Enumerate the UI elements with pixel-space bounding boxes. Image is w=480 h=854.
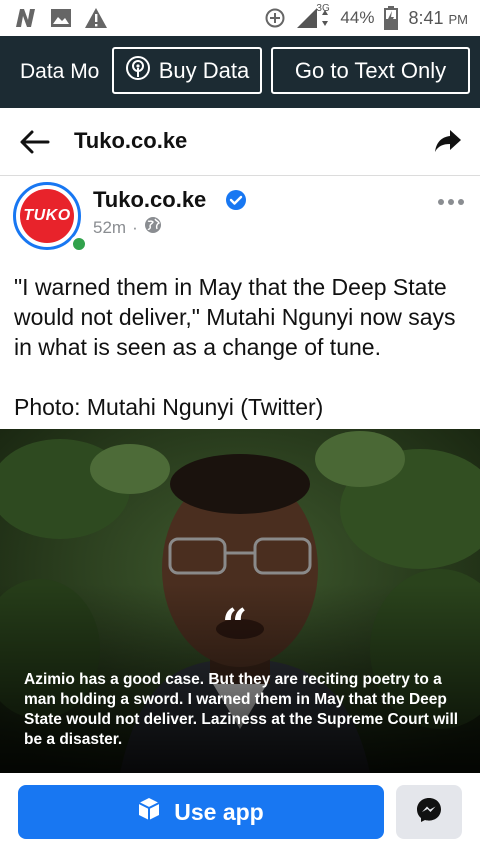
post-time[interactable]: 52m (93, 218, 126, 238)
warning-icon (84, 7, 108, 29)
buy-data-button[interactable]: Buy Data (112, 47, 262, 94)
messenger-icon (415, 796, 443, 829)
post-text-paragraph: "I warned them in May that the Deep Stat… (14, 274, 456, 360)
battery-percent: 44% (340, 8, 375, 27)
use-app-label: Use app (174, 798, 264, 825)
go-to-text-only-button[interactable]: Go to Text Only (271, 47, 470, 94)
post-body: "I warned them in May that the Deep Stat… (14, 272, 474, 452)
messenger-button[interactable] (396, 785, 462, 839)
clock-ampm: PM (448, 11, 469, 27)
post-meta: 52m · (93, 216, 162, 239)
page-title: Tuko.co.ke (74, 128, 188, 153)
image-quote-text: Azimio has a good case. But they are rec… (24, 671, 459, 748)
more-options-icon[interactable] (436, 194, 466, 212)
clock: 8:41 PM (408, 8, 468, 29)
broadcast-icon (125, 55, 151, 87)
post-header: TUKO Tuko.co.ke 52m · (0, 176, 480, 260)
image-icon (50, 8, 72, 28)
signal-icon: 3G (296, 3, 330, 29)
post-photo-credit: Photo: Mutahi Ngunyi (Twitter) (14, 394, 324, 420)
meta-separator: · (132, 217, 138, 237)
page-header: Tuko.co.ke (0, 108, 480, 176)
data-saver-icon (264, 7, 286, 29)
online-status-dot (70, 235, 88, 253)
avatar-logo-text: TUKO (23, 207, 71, 224)
data-mode-banner: Data Mo Buy Data Go to Text Only (0, 36, 480, 108)
avatar[interactable]: TUKO (13, 182, 88, 253)
post-author-name[interactable]: Tuko.co.ke (93, 187, 206, 213)
globe-icon (144, 216, 162, 239)
n-notification-icon (14, 7, 38, 29)
quote-mark-icon: “ (222, 600, 248, 651)
share-icon[interactable] (434, 128, 462, 159)
use-app-button[interactable]: Use app (18, 785, 384, 839)
data-mode-label: Data Mo (20, 60, 100, 83)
bottom-bar: Use app (0, 773, 480, 854)
text-only-label: Go to Text Only (294, 57, 447, 83)
buy-data-label: Buy Data (158, 57, 250, 83)
verified-badge-icon (225, 189, 247, 216)
back-arrow-icon[interactable] (18, 128, 50, 161)
status-bar: 3G 44% 8:41 PM (0, 0, 480, 36)
network-type-label: 3G (316, 3, 330, 14)
battery-icon (384, 6, 399, 30)
cube-icon (138, 797, 160, 827)
clock-time: 8:41 (408, 7, 444, 28)
tuko-logo: TUKO (20, 189, 74, 243)
